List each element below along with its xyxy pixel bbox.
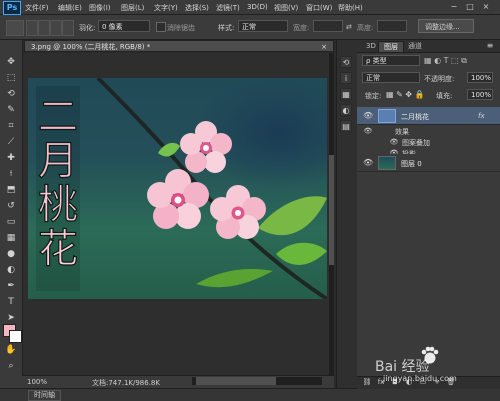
- history-panel-icon[interactable]: ⟲: [340, 56, 352, 68]
- fill-input[interactable]: 100%: [467, 89, 493, 100]
- layer-name[interactable]: 图层 0: [401, 159, 422, 169]
- opacity-input[interactable]: 100%: [467, 72, 493, 83]
- menu-file[interactable]: 文件(F): [25, 3, 49, 13]
- history-brush-tool-icon[interactable]: ↺: [4, 199, 18, 213]
- image-canvas[interactable]: 二月桃花: [28, 78, 327, 299]
- type-tool-icon[interactable]: T: [4, 295, 18, 309]
- antialias-checkbox[interactable]: [156, 22, 166, 32]
- swatches-panel-icon[interactable]: ▦: [340, 88, 352, 100]
- vertical-scroll-thumb[interactable]: [329, 155, 334, 265]
- lasso-tool-icon[interactable]: ⟲: [4, 87, 18, 101]
- pen-tool-icon[interactable]: ✒: [4, 279, 18, 293]
- refine-edge-button[interactable]: 调整边缘...: [418, 19, 474, 33]
- canvas-vertical-text: 二月桃花: [36, 86, 80, 291]
- menu-filter[interactable]: 滤镜(T): [216, 3, 240, 13]
- maximize-icon[interactable]: □: [464, 2, 476, 12]
- close-document-icon[interactable]: ×: [321, 41, 327, 53]
- menu-image[interactable]: 图像(I): [89, 3, 111, 13]
- visibility-eye-icon[interactable]: 👁: [363, 158, 373, 168]
- menu-3d[interactable]: 3D(D): [247, 3, 268, 11]
- rect-marquee-tool-icon[interactable]: ⬚: [4, 71, 18, 85]
- visibility-eye-icon[interactable]: 👁: [363, 111, 373, 121]
- info-panel-icon[interactable]: i: [340, 72, 352, 84]
- feather-label: 羽化:: [79, 24, 96, 32]
- svg-text:二月桃花: 二月桃花: [38, 94, 78, 272]
- tab-layers[interactable]: 图层: [378, 41, 404, 52]
- text-layer-thumbnail: [378, 109, 396, 123]
- feather-input[interactable]: 0 像素: [98, 20, 150, 32]
- blend-mode-select[interactable]: 正常: [362, 72, 420, 83]
- link-layers-icon[interactable]: ⛓: [362, 378, 372, 386]
- document-info[interactable]: 文档:747.1K/986.8K: [92, 378, 160, 388]
- subtract-selection-icon[interactable]: [50, 20, 62, 36]
- style-label: 样式:: [218, 24, 235, 32]
- lock-icons[interactable]: ▦ ✎ ✥ 🔒: [386, 90, 430, 100]
- menu-window[interactable]: 窗口(W): [306, 3, 332, 13]
- healing-brush-tool-icon[interactable]: ✚: [4, 151, 18, 165]
- height-label: 高度:: [357, 24, 374, 32]
- path-select-tool-icon[interactable]: ➤: [4, 311, 18, 325]
- brush-tool-icon[interactable]: ⟊: [4, 167, 18, 181]
- dodge-tool-icon[interactable]: ◐: [4, 263, 18, 277]
- width-label: 宽度:: [293, 24, 310, 32]
- menu-select[interactable]: 选择(S): [185, 3, 209, 13]
- menu-edit[interactable]: 编辑(E): [58, 3, 82, 13]
- marquee-tool-preset-icon[interactable]: [6, 20, 24, 36]
- background-color-swatch[interactable]: [9, 330, 22, 343]
- crop-tool-icon[interactable]: ⌗: [4, 119, 18, 133]
- tab-channels[interactable]: 通道: [403, 41, 427, 51]
- lock-label: 锁定:: [365, 92, 382, 100]
- clone-stamp-tool-icon[interactable]: ⬒: [4, 183, 18, 197]
- canvas-artwork: 二月桃花: [36, 78, 327, 299]
- quick-select-tool-icon[interactable]: ✎: [4, 103, 18, 117]
- image-layer-thumbnail: [378, 156, 396, 170]
- zoom-level[interactable]: 100%: [27, 378, 47, 386]
- effects-visibility-eye-icon[interactable]: 👁: [363, 126, 373, 136]
- swap-dimensions-icon[interactable]: ⇄: [346, 23, 352, 31]
- eyedropper-tool-icon[interactable]: ⟋: [4, 135, 18, 149]
- layer-fx-badge[interactable]: fx: [478, 112, 485, 120]
- adjustments-panel-icon[interactable]: ◐: [340, 104, 352, 116]
- photoshop-logo-icon: Ps: [3, 1, 21, 15]
- menu-help[interactable]: 帮助(H): [338, 3, 363, 13]
- new-selection-icon[interactable]: [26, 20, 38, 36]
- menu-view[interactable]: 视图(V): [274, 3, 298, 13]
- panel-menu-icon[interactable]: ≡: [484, 41, 496, 51]
- style-select[interactable]: 正常: [238, 20, 288, 32]
- styles-panel-icon[interactable]: ▤: [340, 120, 352, 132]
- effect-visibility-eye-icon[interactable]: 👁: [389, 137, 399, 147]
- zoom-tool-icon[interactable]: ⌕: [4, 359, 18, 373]
- gradient-tool-icon[interactable]: ▦: [4, 231, 18, 245]
- watermark-url: jingyan.baidu.com: [383, 374, 457, 383]
- timeline-bar: [0, 388, 500, 401]
- width-input[interactable]: [313, 20, 343, 32]
- layer-filter-kind[interactable]: ρ 类型: [362, 55, 420, 66]
- minimize-icon[interactable]: −: [448, 2, 460, 12]
- horizontal-scroll-thumb[interactable]: [196, 377, 276, 385]
- fill-label: 填充:: [436, 92, 453, 100]
- blur-tool-icon[interactable]: ●: [4, 247, 18, 261]
- intersect-selection-icon[interactable]: [62, 20, 74, 36]
- effects-row: [357, 125, 500, 136]
- height-input[interactable]: [377, 20, 407, 32]
- timeline-tab[interactable]: 时间轴: [28, 390, 61, 401]
- close-icon[interactable]: ×: [480, 2, 492, 12]
- menu-layer[interactable]: 图层(L): [121, 3, 144, 13]
- baidu-paw-icon: [421, 346, 439, 364]
- menu-type[interactable]: 文字(Y): [154, 3, 178, 13]
- move-tool-icon[interactable]: ✥: [4, 55, 18, 69]
- hand-tool-icon[interactable]: ✋: [4, 343, 18, 357]
- document-tab-title: 3.png @ 100% (二月桃花, RGB/8) *: [31, 43, 151, 51]
- document-tab[interactable]: 3.png @ 100% (二月桃花, RGB/8) * ×: [24, 40, 334, 52]
- layer-filter-icons[interactable]: ▦ ◐ T ⬚ ⧉: [424, 56, 494, 66]
- add-selection-icon[interactable]: [38, 20, 50, 36]
- layer-name[interactable]: 二月桃花: [401, 112, 429, 122]
- antialias-label: 消除锯齿: [167, 24, 195, 32]
- opacity-label: 不透明度:: [424, 75, 455, 83]
- eraser-tool-icon[interactable]: ▭: [4, 215, 18, 229]
